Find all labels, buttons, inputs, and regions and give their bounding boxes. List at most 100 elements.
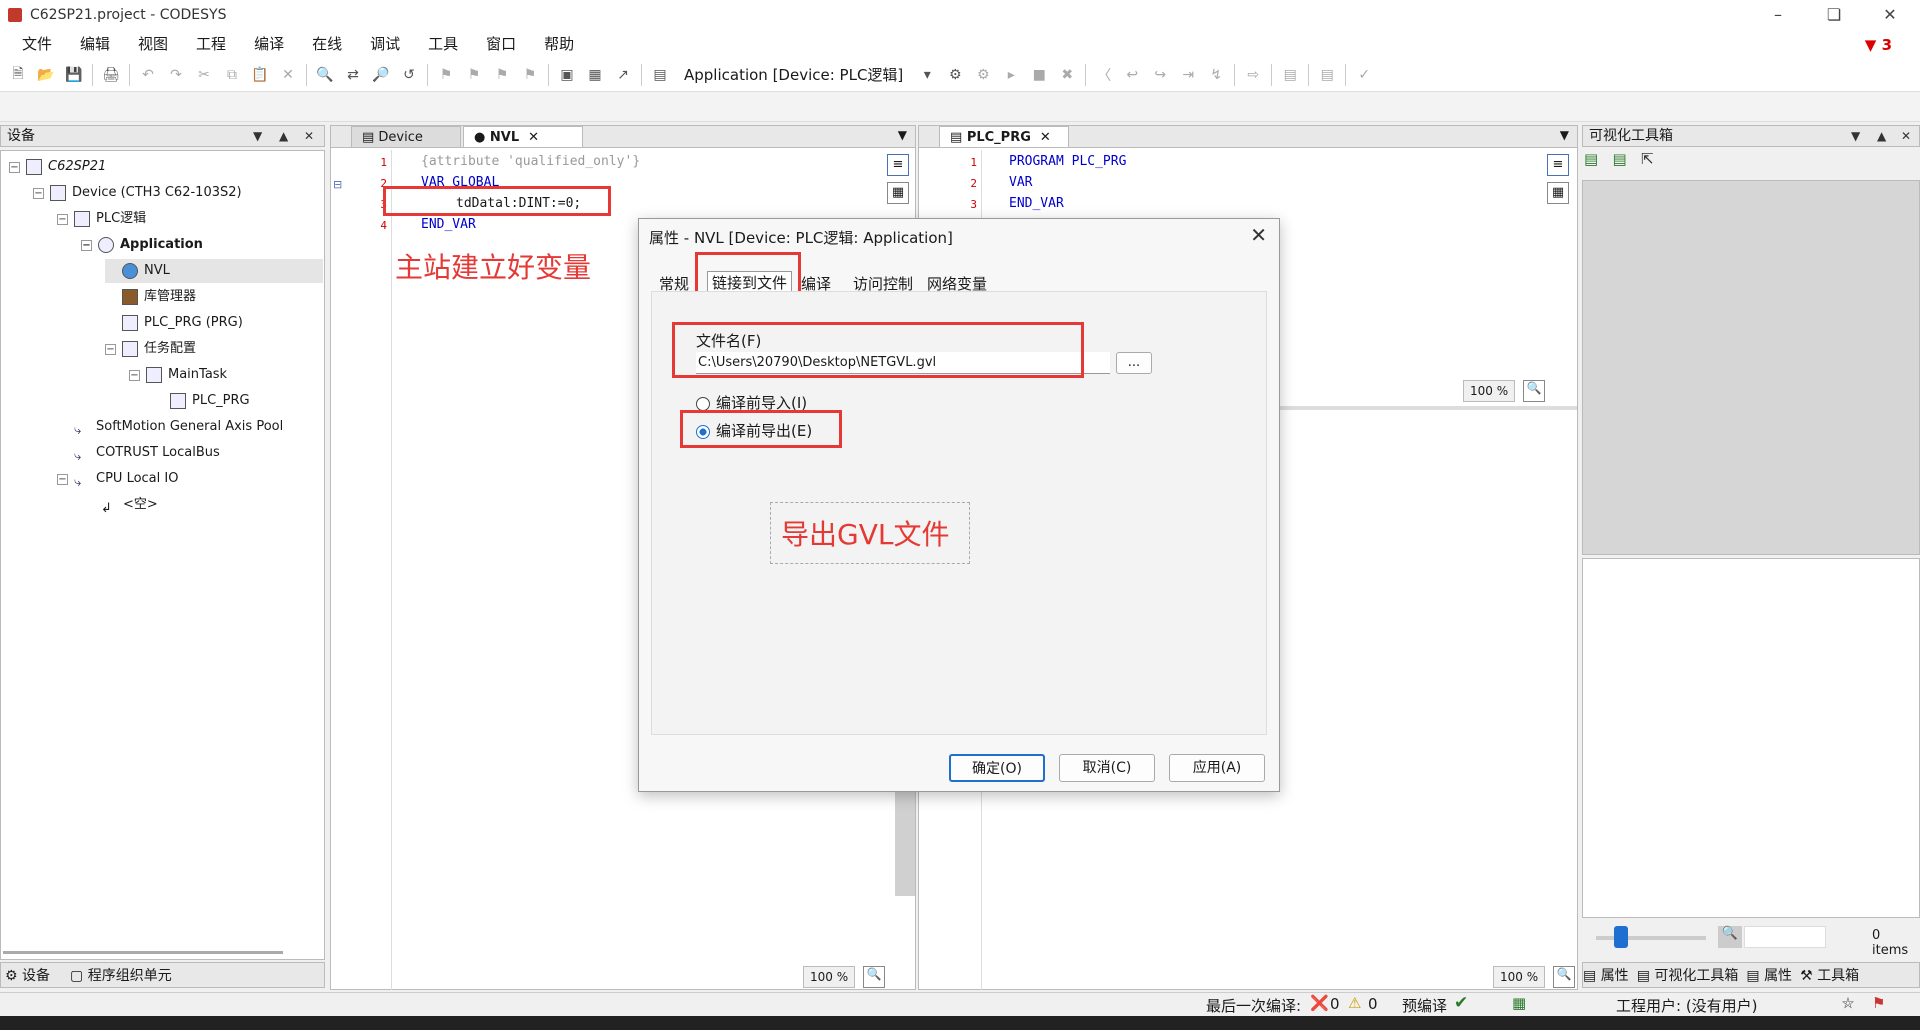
tab-devices[interactable]: ⚙ 设备 [1, 965, 50, 985]
bookmark-clear-icon[interactable]: ⚑ [519, 64, 541, 86]
zoom-level-bottom[interactable]: 100 % [1493, 966, 1546, 988]
text-view-icon[interactable]: ≡ [1547, 154, 1569, 176]
minimize-button[interactable]: – [1766, 4, 1790, 26]
step-out-icon[interactable]: ⇥ [1177, 64, 1199, 86]
undo-icon[interactable]: ↶ [137, 64, 159, 86]
start-icon[interactable]: ▸ [1000, 64, 1022, 86]
cancel-button[interactable]: 取消(C) [1059, 754, 1155, 782]
collapse-icon[interactable]: − [33, 187, 44, 199]
tree-node-application[interactable]: − Application [81, 233, 203, 257]
editor-tabs-dropdown-icon[interactable]: ▼ [898, 128, 907, 142]
toolbox-list-icon[interactable]: ▤ [1613, 150, 1627, 168]
logout-icon[interactable]: ⚙ [972, 64, 994, 86]
tab-properties[interactable]: ▤ 属性 [1583, 965, 1629, 985]
tab-visual-toolbox[interactable]: ▤ 可视化工具箱 [1637, 965, 1739, 985]
menu-file[interactable]: 文件 [8, 30, 66, 58]
bookmark-next-icon[interactable]: ⚑ [491, 64, 513, 86]
delete-icon[interactable]: ✕ [277, 64, 299, 86]
tab-nvl[interactable]: ● NVL ✕ [463, 126, 583, 148]
ok-button[interactable]: 确定(O) [949, 754, 1045, 782]
editor-tabs-dropdown-icon[interactable]: ▼ [1560, 128, 1569, 142]
breakpoint-icon[interactable]: 〈 [1093, 64, 1115, 86]
tree-node-cpu-local-io[interactable]: − ⤷ CPU Local IO [57, 467, 178, 491]
precompile-ok-icon[interactable]: ✔ [1454, 993, 1468, 1013]
menu-build[interactable]: 编译 [240, 30, 298, 58]
notification-flag[interactable]: ▼ 3 [1865, 36, 1892, 54]
menu-view[interactable]: 视图 [124, 30, 182, 58]
collapse-icon[interactable]: − [9, 161, 20, 173]
open-folder-icon[interactable]: 📂 [35, 64, 57, 86]
stop-icon[interactable]: ■ [1028, 64, 1050, 86]
panel-dropdown-icon[interactable]: ▼ [1851, 126, 1860, 146]
toolbox-library-icon[interactable]: ▤ [1584, 150, 1598, 168]
tree-node-task-config[interactable]: − 任务配置 [105, 337, 196, 361]
menu-window[interactable]: 窗口 [472, 30, 530, 58]
replace-icon[interactable]: ⇄ [342, 64, 364, 86]
code-line-1[interactable]: {attribute 'qualified_only'} [421, 154, 640, 169]
code-line-1[interactable]: PROGRAM PLC_PRG [1009, 154, 1126, 169]
toolbox-zoom-slider[interactable] [1596, 936, 1706, 940]
toolbox-search-input[interactable] [1744, 926, 1826, 948]
tree-node-task-plc-prg[interactable]: PLC_PRG [153, 389, 250, 413]
menu-edit[interactable]: 编辑 [66, 30, 124, 58]
network-status-icon[interactable]: ▦ [1512, 994, 1526, 1012]
menu-help[interactable]: 帮助 [530, 30, 588, 58]
tree-horizontal-scrollbar[interactable] [3, 951, 283, 954]
zoom-icon[interactable]: 🔍 [1553, 966, 1575, 988]
tree-node-plc-prg[interactable]: PLC_PRG (PRG) [105, 311, 243, 335]
tree-node-project[interactable]: − C62SP21 [9, 155, 106, 179]
new-file-icon[interactable]: 🗎 [7, 64, 29, 86]
copy-icon[interactable]: ⧉ [221, 64, 243, 86]
cut-icon[interactable]: ✂ [193, 64, 215, 86]
tree-node-library-manager[interactable]: 库管理器 [105, 285, 196, 309]
print-icon[interactable]: 🖨 [100, 64, 122, 86]
apply-button[interactable]: 应用(A) [1169, 754, 1265, 782]
dialog-close-icon[interactable]: ✕ [1250, 223, 1267, 247]
zoom-level[interactable]: 100 % [803, 966, 856, 988]
toolbox-pointer-icon[interactable]: ⇱ [1641, 150, 1654, 168]
calendar-icon[interactable]: ▤ [649, 64, 671, 86]
export-icon[interactable]: ↗ [612, 64, 634, 86]
browse-button[interactable]: ... [1116, 352, 1152, 374]
collapse-icon[interactable]: − [57, 213, 68, 225]
step-over-icon[interactable]: ↩ [1121, 64, 1143, 86]
slider-thumb[interactable] [1614, 926, 1628, 948]
tab-device[interactable]: ▤ Device [351, 126, 461, 148]
redo-icon[interactable]: ↷ [165, 64, 187, 86]
application-selector[interactable]: Application [Device: PLC逻辑] [678, 64, 909, 85]
pin-icon[interactable]: ▲ [279, 126, 288, 146]
save-icon[interactable]: 💾 [63, 64, 85, 86]
tree-node-softmotion[interactable]: ⤷ SoftMotion General Axis Pool [57, 415, 283, 439]
fold-icon[interactable]: ⊟ [333, 178, 342, 191]
step-into-icon[interactable]: ↪ [1149, 64, 1171, 86]
bookmark-icon[interactable]: ⚑ [435, 64, 457, 86]
close-window-button[interactable]: ✕ [1878, 4, 1902, 26]
tree-node-device[interactable]: − Device (CTH3 C62-103S2) [33, 181, 242, 205]
unforce-icon[interactable]: ▤ [1316, 64, 1338, 86]
panel-close-icon[interactable]: ✕ [1901, 126, 1911, 146]
grid-dropdown-icon[interactable]: ▦ [584, 64, 606, 86]
tab-properties-2[interactable]: ▤ 属性 [1746, 965, 1792, 985]
bookmark-prev-icon[interactable]: ⚑ [463, 64, 485, 86]
panel-dropdown-icon[interactable]: ▼ [253, 126, 262, 146]
check-icon[interactable]: ✓ [1353, 64, 1375, 86]
collapse-icon[interactable]: − [129, 369, 140, 381]
find-next-icon[interactable]: 🔎 [370, 64, 392, 86]
selector-dropdown-icon[interactable]: ▾ [916, 64, 938, 86]
tab-plc-prg[interactable]: ▤ PLC_PRG ✕ [939, 126, 1069, 148]
code-line-3[interactable]: END_VAR [1009, 196, 1064, 211]
collapse-icon[interactable]: − [81, 239, 92, 251]
paste-icon[interactable]: 📋 [249, 64, 271, 86]
table-view-icon[interactable]: ▦ [887, 182, 909, 204]
tree-node-empty-slot[interactable]: ↲ <空> [101, 493, 158, 517]
write-values-icon[interactable]: ⇨ [1242, 64, 1264, 86]
login-icon[interactable]: ⚙ [944, 64, 966, 86]
find-previous-icon[interactable]: ↺ [398, 64, 420, 86]
menu-tools[interactable]: 工具 [414, 30, 472, 58]
menu-online[interactable]: 在线 [298, 30, 356, 58]
tree-node-maintask[interactable]: − MainTask [129, 363, 227, 387]
run-to-cursor-icon[interactable]: ↯ [1205, 64, 1227, 86]
find-icon[interactable]: 🔍 [314, 64, 336, 86]
tree-node-plc-logic[interactable]: − PLC逻辑 [57, 207, 146, 231]
restore-button[interactable]: ❏ [1822, 4, 1846, 26]
